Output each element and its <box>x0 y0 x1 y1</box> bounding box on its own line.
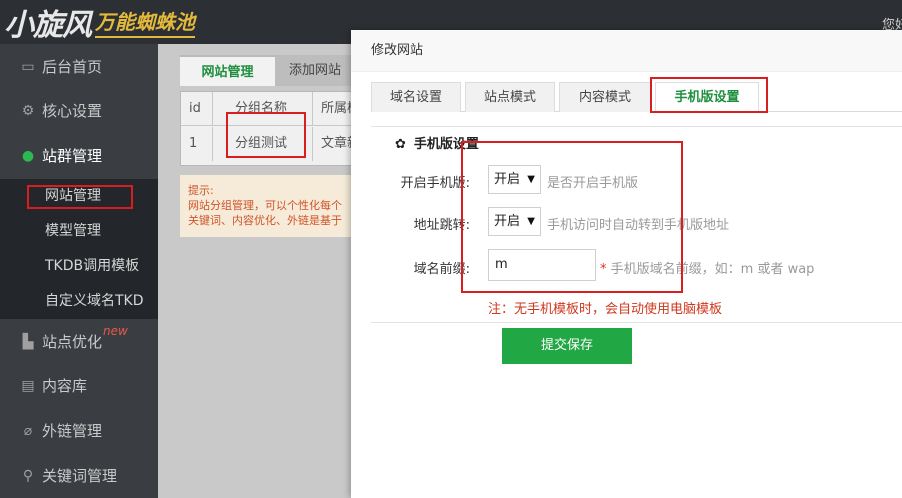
sidebar-item-site-optimize[interactable]: ▙ 站点优化 <box>0 319 158 364</box>
tip-line: 网站分组管理，可以个性化每个 <box>188 199 342 212</box>
highlight-box <box>461 141 683 293</box>
sidebar-item-label: 内容库 <box>42 377 88 395</box>
sidebar: ▭ 后台首页 ⚙ 核心设置 ● 站群管理 网站管理 模型管理 TKDB调用模板 … <box>0 44 158 498</box>
table-cell: 1 <box>181 127 213 161</box>
highlight-box <box>650 77 768 113</box>
sidebar-subitem-model-manage[interactable]: 模型管理 <box>0 214 158 249</box>
sidebar-item-content-library[interactable]: ▤ 内容库 <box>0 363 158 408</box>
sidebar-item-label: 后台首页 <box>42 58 103 76</box>
logo-main-text: 小旋风 <box>4 8 92 43</box>
mobile-enable-label: 开启手机版: <box>400 176 470 191</box>
new-badge: new <box>103 324 128 338</box>
tip-line: 关键词、内容优化、外链是基于 <box>188 214 342 227</box>
highlight-box <box>226 112 306 158</box>
person-icon: ● <box>21 147 35 164</box>
tip-title: 提示: <box>188 184 214 197</box>
sidebar-subitem-tkdb-template[interactable]: TKDB调用模板 <box>0 249 158 284</box>
sidebar-item-label: 站点优化 <box>42 333 103 351</box>
key-icon: ⚲ <box>22 467 34 484</box>
gear-icon: ⚙ <box>21 102 35 119</box>
tab-domain-settings[interactable]: 域名设置 <box>371 82 461 112</box>
document-icon: ▤ <box>21 377 35 394</box>
redirect-label: 地址跳转: <box>413 218 470 233</box>
sidebar-item-site-group[interactable]: ● 站群管理 <box>0 133 158 178</box>
tab-content-mode[interactable]: 内容模式 <box>559 82 651 112</box>
divider <box>371 126 902 127</box>
template-note: 注：无手机模板时，会自动使用电脑模板 <box>488 302 723 317</box>
sidebar-item-core-settings[interactable]: ⚙ 核心设置 <box>0 88 158 133</box>
tab-site-mode[interactable]: 站点模式 <box>465 82 555 112</box>
logo-sub-text: 万能蜘蛛池 <box>95 6 195 38</box>
divider <box>371 322 902 323</box>
sidebar-item-link-manage[interactable]: ⌀ 外链管理 <box>0 408 158 453</box>
submit-button[interactable]: 提交保存 <box>502 328 632 364</box>
sidebar-item-label: 站群管理 <box>42 147 103 165</box>
modal-tab-bar: 域名设置 站点模式 内容模式 手机版设置 <box>371 82 902 113</box>
tip-box: 提示: 网站分组管理，可以个性化每个 关键词、内容优化、外链是基于 <box>180 175 360 237</box>
highlight-box <box>27 185 133 209</box>
table-header-cell: id <box>181 92 213 126</box>
logo: 小旋风 万能蜘蛛池 <box>4 4 195 43</box>
sidebar-item-home[interactable]: ▭ 后台首页 <box>0 44 158 89</box>
link-icon: ⌀ <box>23 422 33 439</box>
sidebar-item-label: 外链管理 <box>42 422 103 440</box>
prefix-label: 域名前缀: <box>413 262 470 277</box>
sidebar-item-keyword-manage[interactable]: ⚲ 关键词管理 <box>0 453 158 498</box>
edit-site-modal: 修改网站 域名设置 站点模式 内容模式 手机版设置 ✿ 手机版设置 开启手机版: … <box>351 30 902 498</box>
sidebar-subitem-custom-domain-tkd[interactable]: 自定义域名TKD <box>0 284 158 319</box>
monitor-icon: ▭ <box>21 58 35 75</box>
chart-icon: ▙ <box>22 333 34 350</box>
sidebar-item-label: 关键词管理 <box>42 467 118 485</box>
modal-title: 修改网站 <box>351 30 902 72</box>
sidebar-item-label: 核心设置 <box>42 102 103 120</box>
gear-icon: ✿ <box>395 137 406 152</box>
tab-add-site[interactable]: 添加网站 <box>275 55 355 86</box>
tab-site-manage[interactable]: 网站管理 <box>180 55 275 86</box>
